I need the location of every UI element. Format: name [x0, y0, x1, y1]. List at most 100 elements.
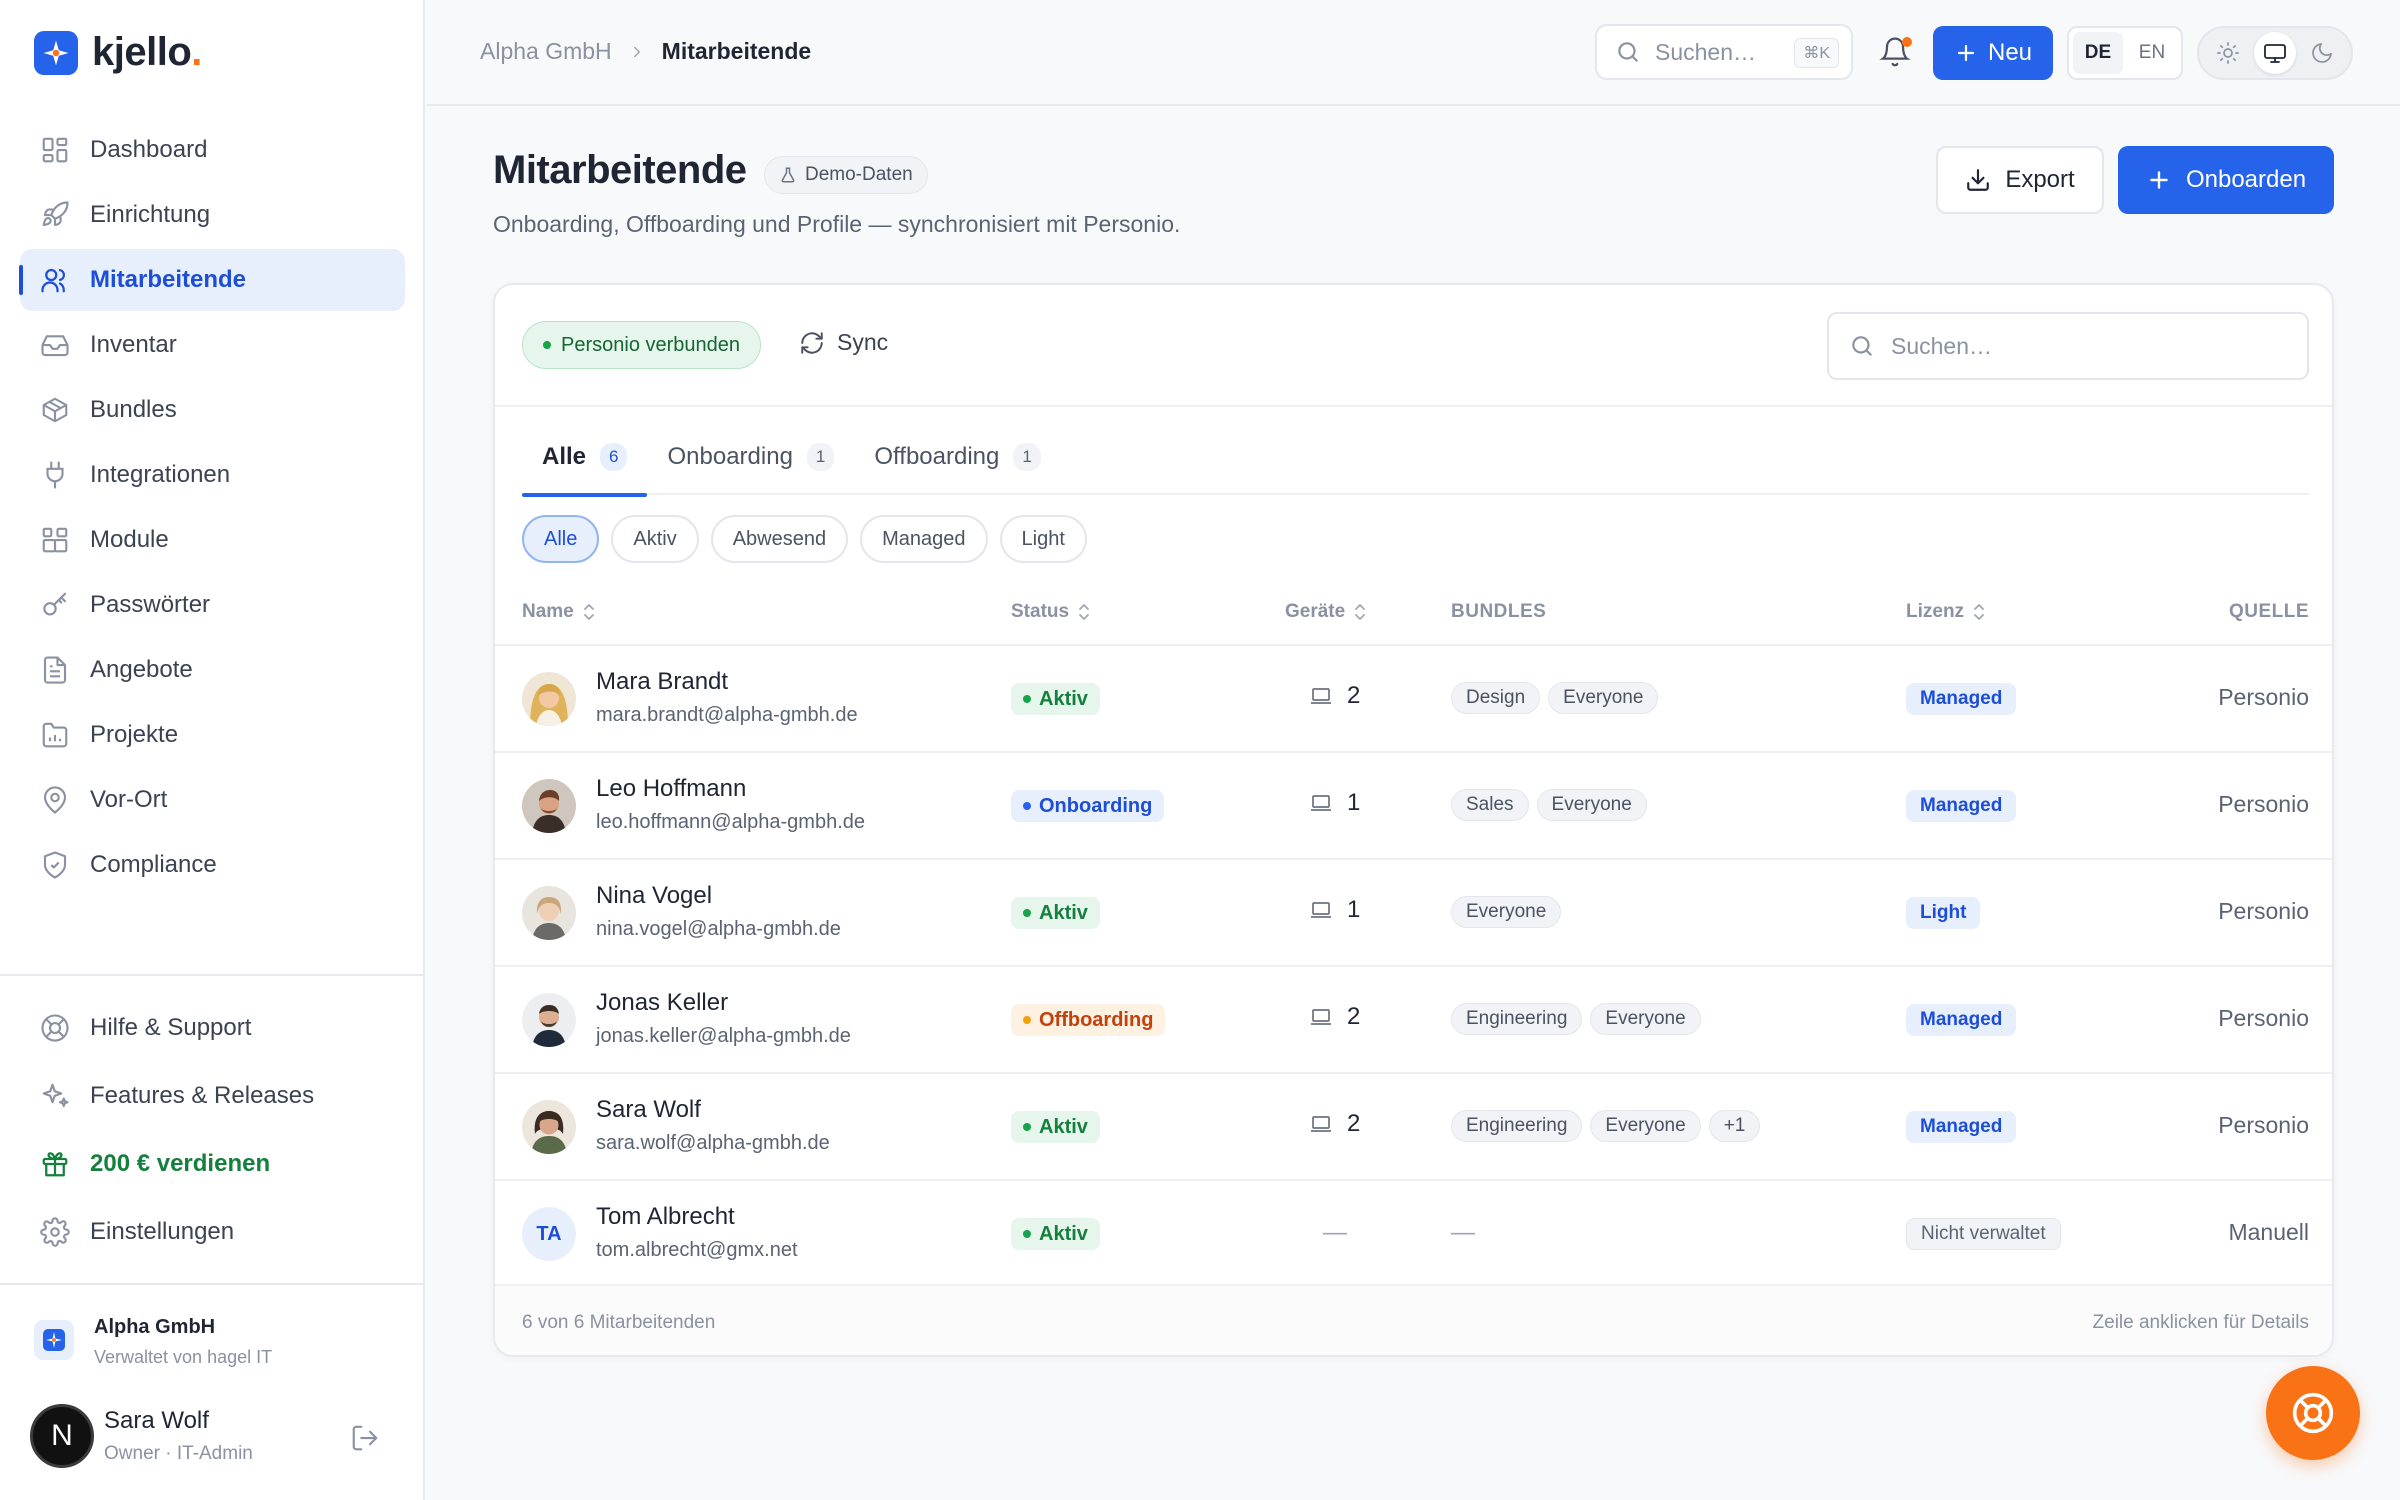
avatar — [522, 993, 576, 1047]
column-header-license[interactable]: Lizenz — [1906, 601, 1986, 623]
card-toolbar: Personio verbunden Sync Suchen… — [495, 285, 2332, 407]
tab-count: 1 — [806, 443, 835, 471]
status-badge: Onboarding — [1011, 790, 1165, 822]
modules-icon — [40, 525, 70, 555]
new-button[interactable]: Neu — [1933, 26, 2053, 80]
column-header-name[interactable]: Name — [522, 601, 596, 623]
monitor-icon[interactable] — [2253, 32, 2296, 74]
tab-onboarding[interactable]: Onboarding 1 — [647, 433, 854, 495]
table-row[interactable]: Mara Brandt mara.brandt@alpha-gmbh.de Ak… — [495, 644, 2332, 751]
employee-name: Leo Hoffmann — [596, 775, 747, 802]
sidebar-item-integrationen[interactable]: Integrationen — [20, 444, 405, 506]
sun-icon[interactable] — [2207, 32, 2249, 74]
employee-name: Sara Wolf — [596, 1096, 701, 1123]
sidebar-item-referral[interactable]: 200 € verdienen — [20, 1131, 405, 1197]
sidebar-item-compliance[interactable]: Compliance — [20, 834, 405, 896]
bundle-tags: Engineering Everyone +1 — [1451, 1110, 1761, 1142]
laptop-icon — [1309, 898, 1333, 922]
table-row[interactable]: Leo Hoffmann leo.hoffmann@alpha-gmbh.de … — [495, 751, 2332, 858]
tab-label: Offboarding — [874, 443, 1000, 470]
gift-icon — [40, 1149, 70, 1179]
employee-search-input[interactable]: Suchen… — [1827, 312, 2309, 380]
language-de[interactable]: DE — [2073, 32, 2123, 74]
search-placeholder: Suchen… — [1655, 38, 1757, 65]
column-header-status[interactable]: Status — [1011, 601, 1091, 623]
plus-icon — [2146, 167, 2172, 193]
tab-alle[interactable]: Alle 6 — [522, 433, 648, 497]
tab-label: Onboarding — [667, 443, 793, 470]
organization-switcher[interactable]: Alpha GmbH Verwaltet von hagel IT — [34, 1316, 272, 1368]
sidebar-item-label: Einstellungen — [90, 1218, 235, 1245]
onboard-button[interactable]: Onboarden — [2118, 146, 2334, 214]
user-profile[interactable]: N Sara Wolf Owner · IT-Admin — [30, 1404, 253, 1468]
license-badge: Managed — [1906, 790, 2017, 822]
filter-alle[interactable]: Alle — [522, 515, 600, 563]
sync-button[interactable]: Sync — [799, 329, 888, 356]
employees-card: Personio verbunden Sync Suchen… Alle 6 O… — [493, 283, 2334, 1357]
table-header: Name Status Geräte BUNDLES Lizenz QUELLE — [495, 593, 2332, 637]
avatar — [522, 886, 576, 940]
bundle-more-tag[interactable]: +1 — [1708, 1110, 1761, 1142]
plus-icon — [1954, 41, 1978, 65]
source-label: Personio — [2218, 898, 2309, 924]
onboard-button-label: Onboarden — [2185, 166, 2307, 193]
employee-email: jonas.keller@alpha-gmbh.de — [596, 1025, 851, 1047]
sidebar-item-label: Passwörter — [90, 591, 211, 618]
export-button[interactable]: Export — [1936, 146, 2104, 214]
device-count-value: 2 — [1347, 1110, 1361, 1137]
org-logo-icon — [34, 1320, 74, 1360]
user-role: Owner · IT-Admin — [104, 1443, 253, 1464]
device-count: 2 — [1309, 682, 1360, 710]
sidebar-item-angebote[interactable]: Angebote — [20, 639, 405, 701]
tab-count: 6 — [600, 443, 628, 471]
table-row[interactable]: Jonas Keller jonas.keller@alpha-gmbh.de … — [495, 965, 2332, 1072]
avatar — [522, 672, 576, 726]
support-fab[interactable] — [2266, 1366, 2360, 1460]
language-en[interactable]: EN — [2127, 32, 2177, 74]
sidebar-item-dashboard[interactable]: Dashboard — [20, 119, 405, 181]
folder-chart-icon — [40, 720, 70, 750]
map-pin-icon — [40, 785, 70, 815]
employee-name: Nina Vogel — [596, 882, 713, 909]
table-row[interactable]: Sara Wolf sara.wolf@alpha-gmbh.de Aktiv … — [495, 1072, 2332, 1179]
refresh-icon — [799, 330, 825, 356]
table-row[interactable]: Nina Vogel nina.vogel@alpha-gmbh.de Akti… — [495, 858, 2332, 965]
sidebar-item-projekte[interactable]: Projekte — [20, 704, 405, 766]
sidebar-item-label: Bundles — [90, 396, 177, 423]
device-count: 2 — [1309, 1003, 1360, 1031]
license-badge: Managed — [1906, 1111, 2017, 1143]
sidebar-item-mitarbeitende[interactable]: Mitarbeitende — [19, 249, 405, 311]
filter-light[interactable]: Light — [999, 515, 1087, 563]
license-badge: Light — [1906, 897, 1981, 929]
app-logo[interactable]: kjello. — [34, 30, 202, 75]
table-row[interactable]: TA Tom Albrecht tom.albrecht@gmx.net Akt… — [495, 1179, 2332, 1286]
sidebar-item-einrichtung[interactable]: Einrichtung — [20, 184, 405, 246]
sort-icon — [582, 603, 596, 621]
rocket-icon — [40, 200, 70, 230]
employee-name: Tom Albrecht — [596, 1203, 735, 1230]
employee-email: sara.wolf@alpha-gmbh.de — [596, 1132, 830, 1154]
breadcrumb-parent[interactable]: Alpha GmbH — [480, 38, 612, 65]
logout-icon[interactable] — [350, 1423, 380, 1453]
sidebar-item-einstellungen[interactable]: Einstellungen — [20, 1199, 405, 1265]
sidebar-item-inventar[interactable]: Inventar — [20, 314, 405, 376]
filter-managed[interactable]: Managed — [860, 515, 988, 563]
sidebar-item-bundles[interactable]: Bundles — [20, 379, 405, 441]
sidebar-item-features[interactable]: Features & Releases — [20, 1063, 405, 1129]
column-header-devices[interactable]: Geräte — [1285, 601, 1367, 623]
sidebar-item-passwoerter[interactable]: Passwörter — [20, 574, 405, 636]
status-badge: Aktiv — [1011, 1111, 1100, 1143]
bundle-tag: Engineering — [1451, 1110, 1583, 1142]
global-search[interactable]: Suchen… ⌘K — [1595, 24, 1853, 80]
sidebar-item-vor-ort[interactable]: Vor-Ort — [20, 769, 405, 831]
sidebar-divider — [0, 974, 425, 976]
lifebuoy-icon — [40, 1013, 70, 1043]
sidebar-item-module[interactable]: Module — [20, 509, 405, 571]
sidebar-item-label: Compliance — [90, 851, 217, 878]
moon-icon[interactable] — [2301, 32, 2343, 74]
filter-aktiv[interactable]: Aktiv — [611, 515, 699, 563]
sidebar-item-hilfe[interactable]: Hilfe & Support — [20, 995, 405, 1061]
bundle-tag: Sales — [1451, 789, 1529, 821]
filter-abwesend[interactable]: Abwesend — [710, 515, 849, 563]
tab-offboarding[interactable]: Offboarding 1 — [854, 433, 1060, 495]
